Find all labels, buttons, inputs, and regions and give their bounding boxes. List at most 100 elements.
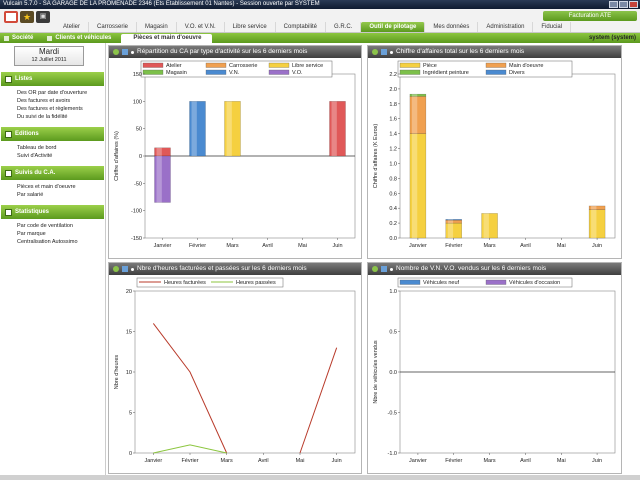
panel-title: Nombre de V.N. V.O. vendus sur les 6 der… [396,265,547,272]
menu-tab[interactable]: Fiducial [533,22,572,32]
legend-swatch [268,69,290,75]
y-tick-label: 0.2 [389,221,397,227]
menu-tab[interactable]: Administration [478,22,534,32]
maximize-button[interactable] [619,1,628,8]
chart-icon[interactable] [122,266,128,272]
section-icon [5,75,12,83]
legend-swatch [485,279,507,285]
refresh-icon[interactable] [113,49,119,55]
sidebar-section-header[interactable]: Editions [1,127,104,141]
current-day: Mardi [38,47,59,56]
y-tick-label: 10 [126,370,132,376]
menu-tab[interactable]: Atelier [55,22,90,32]
sidebar-link[interactable]: Tableau de bord [17,144,105,152]
x-tick-label: Mars [221,458,233,464]
sidebar-link[interactable]: Pièces et main d'oeuvre [17,183,105,191]
sidebar-link[interactable]: Des factures et règlements [17,105,105,113]
y-tick-label: 50 [136,127,142,133]
refresh-icon[interactable] [113,266,119,272]
y-tick-label: -0.5 [388,411,397,417]
bar-highlight [591,205,597,210]
submenu-item[interactable]: Clients et véhicules [43,35,121,41]
legend-swatch [485,62,507,68]
bar [409,133,427,239]
menu-tab[interactable]: Carrosserie [89,22,138,32]
sidebar-link[interactable]: Par code de ventilation [17,222,105,230]
sidebar-link[interactable]: Des OR par date d'ouverture [17,89,105,97]
x-tick-label: Juin [332,243,342,249]
menu-tab[interactable]: Magasin [137,22,177,32]
record-icon[interactable] [4,11,18,23]
y-tick-label: 100 [133,99,142,105]
section-icon [5,208,12,216]
menu-tab[interactable]: Libre service [225,22,276,32]
sidebar-link[interactable]: Suivi d'Activité [17,152,105,160]
y-tick-label: 1.4 [389,132,397,138]
legend-label: Heures facturées [164,280,206,286]
legend: Pièce Main d'oeuvre Ingrédient peinture Div… [397,60,573,78]
legend-label: Divers [509,70,525,76]
bar-highlight [483,213,489,238]
x-tick-label: Mars [483,243,495,249]
y-tick-label: 0 [129,451,132,457]
chart-icon[interactable] [381,49,387,55]
star-icon[interactable]: ★ [20,11,34,23]
x-tick-label: Janvier [144,458,162,464]
bar-highlight [156,156,162,203]
monitor-icon[interactable]: ▣ [36,11,50,23]
close-button[interactable] [629,1,638,8]
facturation-button[interactable]: Facturation ATE [543,11,637,21]
refresh-icon[interactable] [372,49,378,55]
sidebar-link[interactable]: Des factures et avoirs [17,97,105,105]
chart-ca-total: Pièce Main d'oeuvre Ingrédient peinture Div… [373,60,616,249]
panel-heures: Nbre d'heures facturées et passées sur l… [108,262,362,474]
y-tick-label: 0.4 [389,206,397,212]
sidebar-link[interactable]: Du suivi de la fidélité [17,113,105,121]
x-tick-label: Février [189,243,206,249]
sidebar-link[interactable]: Par salarié [17,191,105,199]
bar-highlight [331,101,337,156]
legend-label: Véhicules d'occasion [509,280,560,286]
x-tick-label: Juin [332,458,342,464]
bullet-icon [390,267,393,271]
minimize-button[interactable] [609,1,618,8]
submenu-item[interactable]: Société [0,35,43,41]
bar [481,213,498,239]
bar [588,209,606,239]
legend-label: Main d'oeuvre [509,63,543,69]
legend: Heures facturées Heures passées [136,277,284,288]
chart-icon[interactable] [381,266,387,272]
sidebar-link[interactable]: Centralisation Autossimo [17,238,105,246]
sidebar-section-header[interactable]: Suivis du C.A. [1,166,104,180]
section-title: Listes [15,76,33,82]
sidebar-section: Editions Tableau de bord Suivi d'Activité [0,127,105,160]
x-tick-label: Mai [557,243,566,249]
y-tick-label: 2.2 [389,72,397,78]
legend-swatch [485,69,507,75]
menu-tab[interactable]: Comptabilité [276,22,327,32]
x-tick-label: Mars [483,458,495,464]
sidebar-link[interactable]: Par marque [17,230,105,238]
bar-highlight [591,209,597,238]
chart-icon[interactable] [122,49,128,55]
y-tick-label: 150 [133,72,142,78]
bar [329,101,346,157]
menu-tab[interactable]: V.O. et V.N. [177,22,225,32]
y-tick-label: -50 [134,181,142,187]
menu-tab[interactable]: Mes données [425,22,479,32]
sidebar-section-header[interactable]: Statistiques [1,205,104,219]
menu-tab[interactable]: Outil de pilotage [361,22,426,32]
menu-tab[interactable]: G.R.C. [326,22,362,32]
refresh-icon[interactable] [372,266,378,272]
bar [445,219,462,221]
sidebar-section-header[interactable]: Listes [1,72,104,86]
quick-access-toolbar: ★ ▣ [4,11,50,23]
section-title: Editions [15,131,39,137]
submenu-label: Société [12,35,34,41]
bar [154,155,171,203]
main-menu-band: ★ ▣ Facturation ATE Atelier Carrosserie Ma… [0,9,640,33]
legend-swatch [399,62,421,68]
legend-label: Ingrédient peinture [423,70,469,76]
y-tick-label: -1.0 [388,451,397,457]
submenu-item[interactable]: Pièces et main d'oeuvre [121,34,212,43]
